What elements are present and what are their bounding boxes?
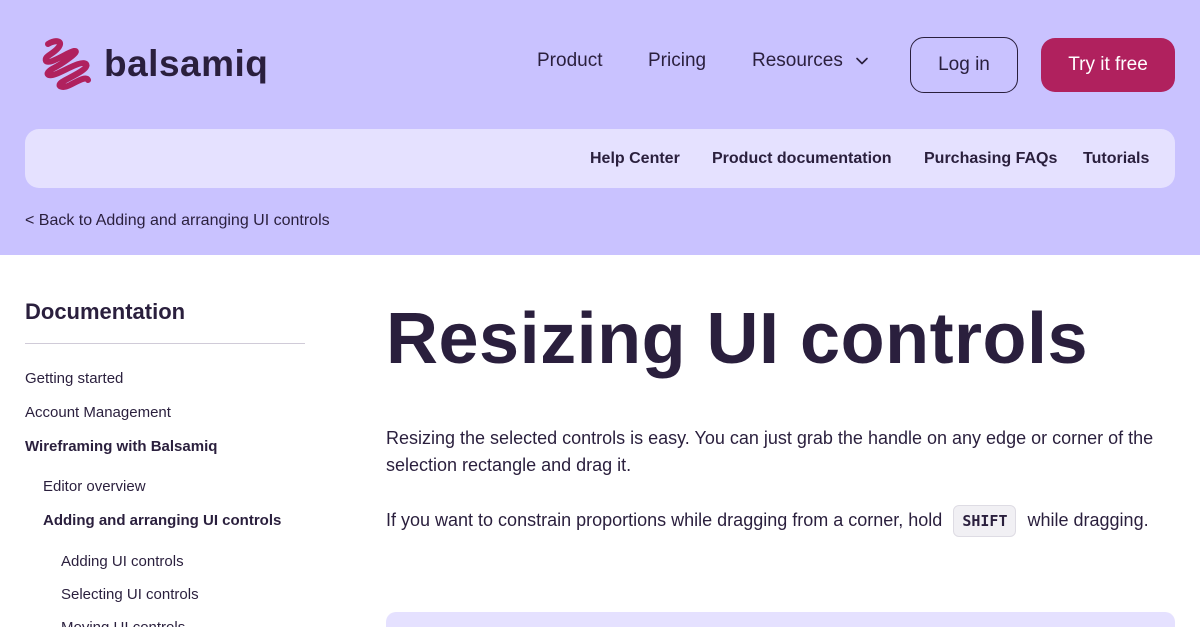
shift-paragraph-after: while dragging. (1027, 510, 1149, 530)
intro-paragraph: Resizing the selected controls is easy. … (386, 428, 1154, 475)
balsamiq-scribble-icon (42, 38, 91, 90)
shift-paragraph-before: If you want to constrain proportions whi… (386, 510, 943, 530)
sidebar-divider (25, 343, 305, 344)
sidebar-item-moving-controls[interactable]: Moving UI controls (61, 619, 185, 627)
brand-name: balsamiq (104, 43, 269, 84)
sidebar-title: Documentation (25, 299, 186, 324)
nav-resources-label: Resources (752, 50, 843, 71)
callout-box (386, 612, 1175, 627)
subnav-product-documentation[interactable]: Product documentation (712, 150, 892, 168)
chevron-down-icon (856, 57, 868, 65)
nav-resources[interactable]: Resources (752, 50, 869, 72)
subnav-purchasing-faqs[interactable]: Purchasing FAQs (924, 150, 1057, 168)
subnav-help-center[interactable]: Help Center (590, 150, 680, 168)
nav-product[interactable]: Product (537, 50, 602, 72)
sidebar-item-adding-controls[interactable]: Adding UI controls (61, 553, 184, 570)
docs-subnav: Help Center Product documentation Purcha… (25, 129, 1175, 188)
sidebar-item-account-management[interactable]: Account Management (25, 404, 171, 421)
subnav-tutorials[interactable]: Tutorials (1083, 150, 1149, 168)
try-free-button[interactable]: Try it free (1041, 38, 1175, 92)
sidebar-item-selecting-controls[interactable]: Selecting UI controls (61, 586, 199, 603)
shift-paragraph: If you want to constrain proportions whi… (386, 502, 1176, 539)
shift-key: SHIFT (953, 505, 1017, 537)
brand-logo[interactable]: balsamiq (38, 36, 268, 92)
login-button[interactable]: Log in (910, 37, 1018, 93)
page-title: Resizing UI controls (386, 299, 1089, 379)
nav-pricing[interactable]: Pricing (648, 50, 706, 72)
sidebar-item-getting-started[interactable]: Getting started (25, 370, 123, 387)
back-link[interactable]: < Back to Adding and arranging UI contro… (25, 212, 330, 230)
sidebar-item-wireframing[interactable]: Wireframing with Balsamiq (25, 438, 217, 455)
sidebar-item-adding-arranging[interactable]: Adding and arranging UI controls (43, 512, 281, 529)
sidebar-item-editor-overview[interactable]: Editor overview (43, 478, 146, 495)
